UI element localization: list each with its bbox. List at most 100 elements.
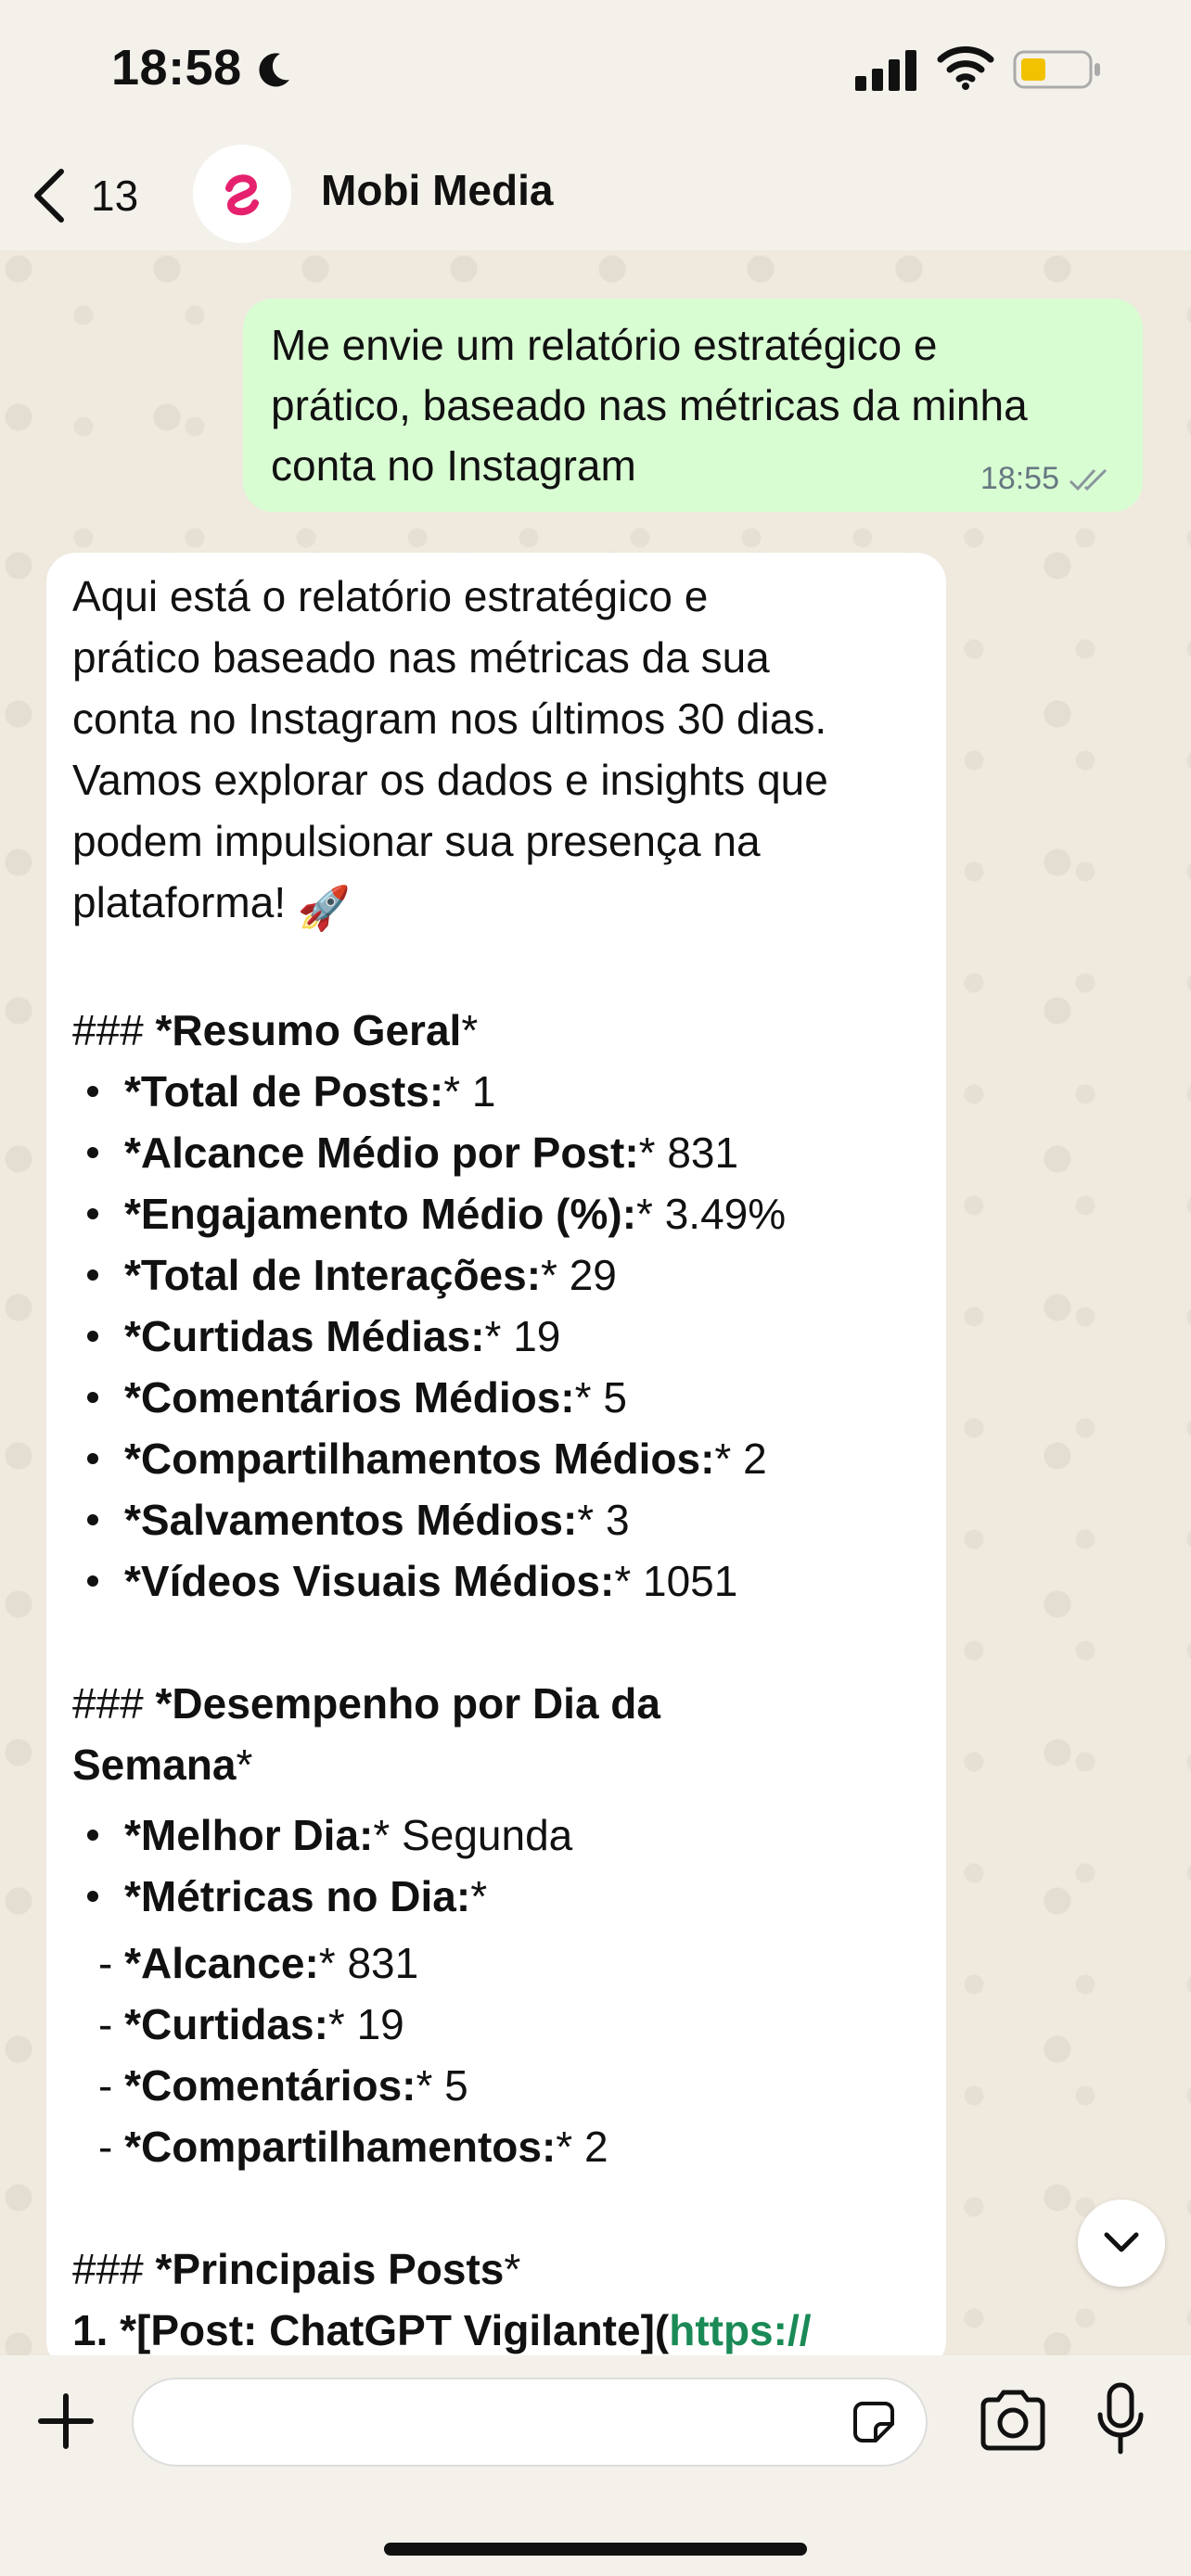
list-item: *Curtidas Médias:* 19 xyxy=(72,1306,918,1367)
intro-line: podem impulsionar sua presença na xyxy=(72,817,761,865)
item-label: *Salvamentos Médios: xyxy=(124,1496,578,1544)
heading-text: Semana xyxy=(72,1741,237,1789)
message-meta: 18:55 xyxy=(980,461,1117,497)
item-value: * 5 xyxy=(416,2061,468,2110)
truncated-post-line: 1. *[Post: ChatGPT Vigilante](https:// xyxy=(72,2300,918,2361)
chat-header: 13 Mobi Media xyxy=(0,139,1191,250)
sticker-icon[interactable] xyxy=(848,2396,900,2448)
heading-prefix: ### xyxy=(72,1679,156,1728)
item-value: * 2 xyxy=(556,2123,608,2171)
intro-line: conta no Instagram nos últimos 30 dias. xyxy=(72,695,827,743)
list-item: *Métricas no Dia:* xyxy=(72,1866,918,1927)
scroll-to-bottom-button[interactable] xyxy=(1078,2200,1165,2287)
rocket-emoji: 🚀 xyxy=(297,884,352,932)
item-value: * 3 xyxy=(577,1496,630,1544)
item-label: *Alcance Médio por Post: xyxy=(124,1129,639,1177)
status-bar: 18:58 xyxy=(0,0,1191,139)
list-item: *Compartilhamentos Médios:* 2 xyxy=(72,1428,918,1489)
item-value: * 831 xyxy=(318,1939,419,1987)
heading-text: *Resumo Geral xyxy=(155,1006,462,1054)
item-label: *Total de Interações: xyxy=(124,1251,542,1299)
section-title-posts: ### *Principais Posts* xyxy=(72,2238,918,2300)
heading-suffix: * xyxy=(236,1741,253,1789)
list-item: - *Curtidas:* 19 xyxy=(98,2000,404,2048)
item-value: * 831 xyxy=(638,1129,739,1177)
mobi-logo-icon xyxy=(225,174,259,216)
cellular-signal-icon xyxy=(855,50,916,91)
intro-line: prático baseado nas métricas da sua xyxy=(72,633,770,682)
item-value: * 2 xyxy=(714,1435,767,1483)
wifi-icon xyxy=(937,46,994,90)
post-label: 1. *[Post: ChatGPT Vigilante]( xyxy=(72,2306,670,2354)
item-value: * 3.49% xyxy=(636,1190,787,1238)
intro-line: plataforma! xyxy=(72,878,287,926)
message-input[interactable] xyxy=(161,2379,814,2465)
double-check-icon xyxy=(1069,468,1108,491)
section-title-desempenho: ### *Desempenho por Dia da xyxy=(72,1673,918,1734)
item-value: * 19 xyxy=(327,2000,404,2048)
list-item: *Comentários Médios:* 5 xyxy=(72,1367,918,1428)
message-field[interactable] xyxy=(132,2378,928,2467)
post-link[interactable]: https:// xyxy=(669,2306,811,2354)
heading-suffix: * xyxy=(504,2245,521,2293)
item-value: * 1051 xyxy=(614,1557,738,1605)
item-value: * 1 xyxy=(443,1067,496,1116)
section-title-resumo: ### *Resumo Geral* xyxy=(72,1000,918,1061)
item-value: * 19 xyxy=(484,1312,561,1360)
desempenho-list: *Melhor Dia:* Segunda *Métricas no Dia:* xyxy=(72,1804,918,1927)
list-item: *Total de Interações:* 29 xyxy=(72,1244,918,1306)
item-label: *Curtidas Médias: xyxy=(124,1312,485,1360)
item-label: *Melhor Dia: xyxy=(124,1811,374,1859)
list-item: - *Compartilhamentos:* 2 xyxy=(98,2123,608,2171)
heading-text: *Principais Posts xyxy=(155,2245,505,2293)
back-button[interactable]: 13 xyxy=(28,163,148,228)
chevron-down-icon xyxy=(1104,2232,1139,2252)
list-item: *Alcance Médio por Post:* 831 xyxy=(72,1122,918,1183)
battery-icon xyxy=(1013,50,1100,89)
resumo-list: *Total de Posts:* 1 *Alcance Médio por P… xyxy=(72,1061,918,1612)
heading-suffix: * xyxy=(461,1006,479,1054)
item-label: *Compartilhamentos: xyxy=(124,2123,557,2171)
message-line: prático, baseado nas métricas da minha xyxy=(271,381,1028,429)
home-indicator xyxy=(384,2543,807,2556)
intro-line: Vamos explorar os dados e insights que xyxy=(72,756,828,804)
item-label: *Total de Posts: xyxy=(124,1067,444,1116)
plus-icon[interactable] xyxy=(33,2389,98,2454)
heading-prefix: ### xyxy=(72,1006,156,1054)
chevron-left-icon xyxy=(34,169,64,223)
item-label: *Compartilhamentos Médios: xyxy=(124,1435,715,1483)
message-time: 18:55 xyxy=(980,461,1059,496)
contact-avatar[interactable] xyxy=(193,145,291,243)
moon-icon xyxy=(259,53,289,87)
list-item: *Engajamento Médio (%):* 3.49% xyxy=(72,1183,918,1244)
contact-name[interactable]: Mobi Media xyxy=(321,165,553,215)
intro-line-last: plataforma! 🚀 xyxy=(72,872,918,938)
message-line: Me envie um relatório estratégico e xyxy=(271,321,938,369)
item-label: *Vídeos Visuais Médios: xyxy=(124,1557,615,1605)
microphone-icon[interactable] xyxy=(1096,2381,1145,2455)
item-label: *Alcance: xyxy=(124,1939,319,1987)
incoming-message-bubble[interactable]: Aqui está o relatório estratégico e prát… xyxy=(46,553,946,2370)
list-item: *Salvamentos Médios:* 3 xyxy=(72,1489,918,1550)
item-value: * Segunda xyxy=(373,1811,573,1859)
item-label: *Comentários: xyxy=(124,2061,416,2110)
item-value: * 5 xyxy=(574,1373,627,1422)
item-value: * 29 xyxy=(541,1251,617,1299)
intro-line: Aqui está o relatório estratégico e xyxy=(72,572,709,620)
outgoing-message-bubble[interactable]: Me envie um relatório estratégico e prát… xyxy=(243,299,1143,512)
list-item: - *Alcance:* 831 xyxy=(98,1939,419,1987)
item-label: *Curtidas: xyxy=(124,2000,328,2048)
list-item: *Total de Posts:* 1 xyxy=(72,1061,918,1122)
camera-icon[interactable] xyxy=(978,2389,1048,2452)
message-input-bar xyxy=(0,2355,1191,2576)
metricas-list: - *Alcance:* 831 - *Curtidas:* 19 - *Com… xyxy=(72,1932,918,2177)
section-title-desempenho-line2: Semana* xyxy=(72,1734,918,1795)
list-item: *Melhor Dia:* Segunda xyxy=(72,1804,918,1866)
item-value: * xyxy=(470,1872,488,1920)
heading-text: *Desempenho por Dia da xyxy=(155,1679,660,1728)
item-label: *Métricas no Dia: xyxy=(124,1872,471,1920)
item-label: *Comentários Médios: xyxy=(124,1373,575,1422)
heading-prefix: ### xyxy=(72,2245,156,2293)
list-item: - *Comentários:* 5 xyxy=(98,2061,468,2110)
list-item: *Vídeos Visuais Médios:* 1051 xyxy=(72,1550,918,1612)
